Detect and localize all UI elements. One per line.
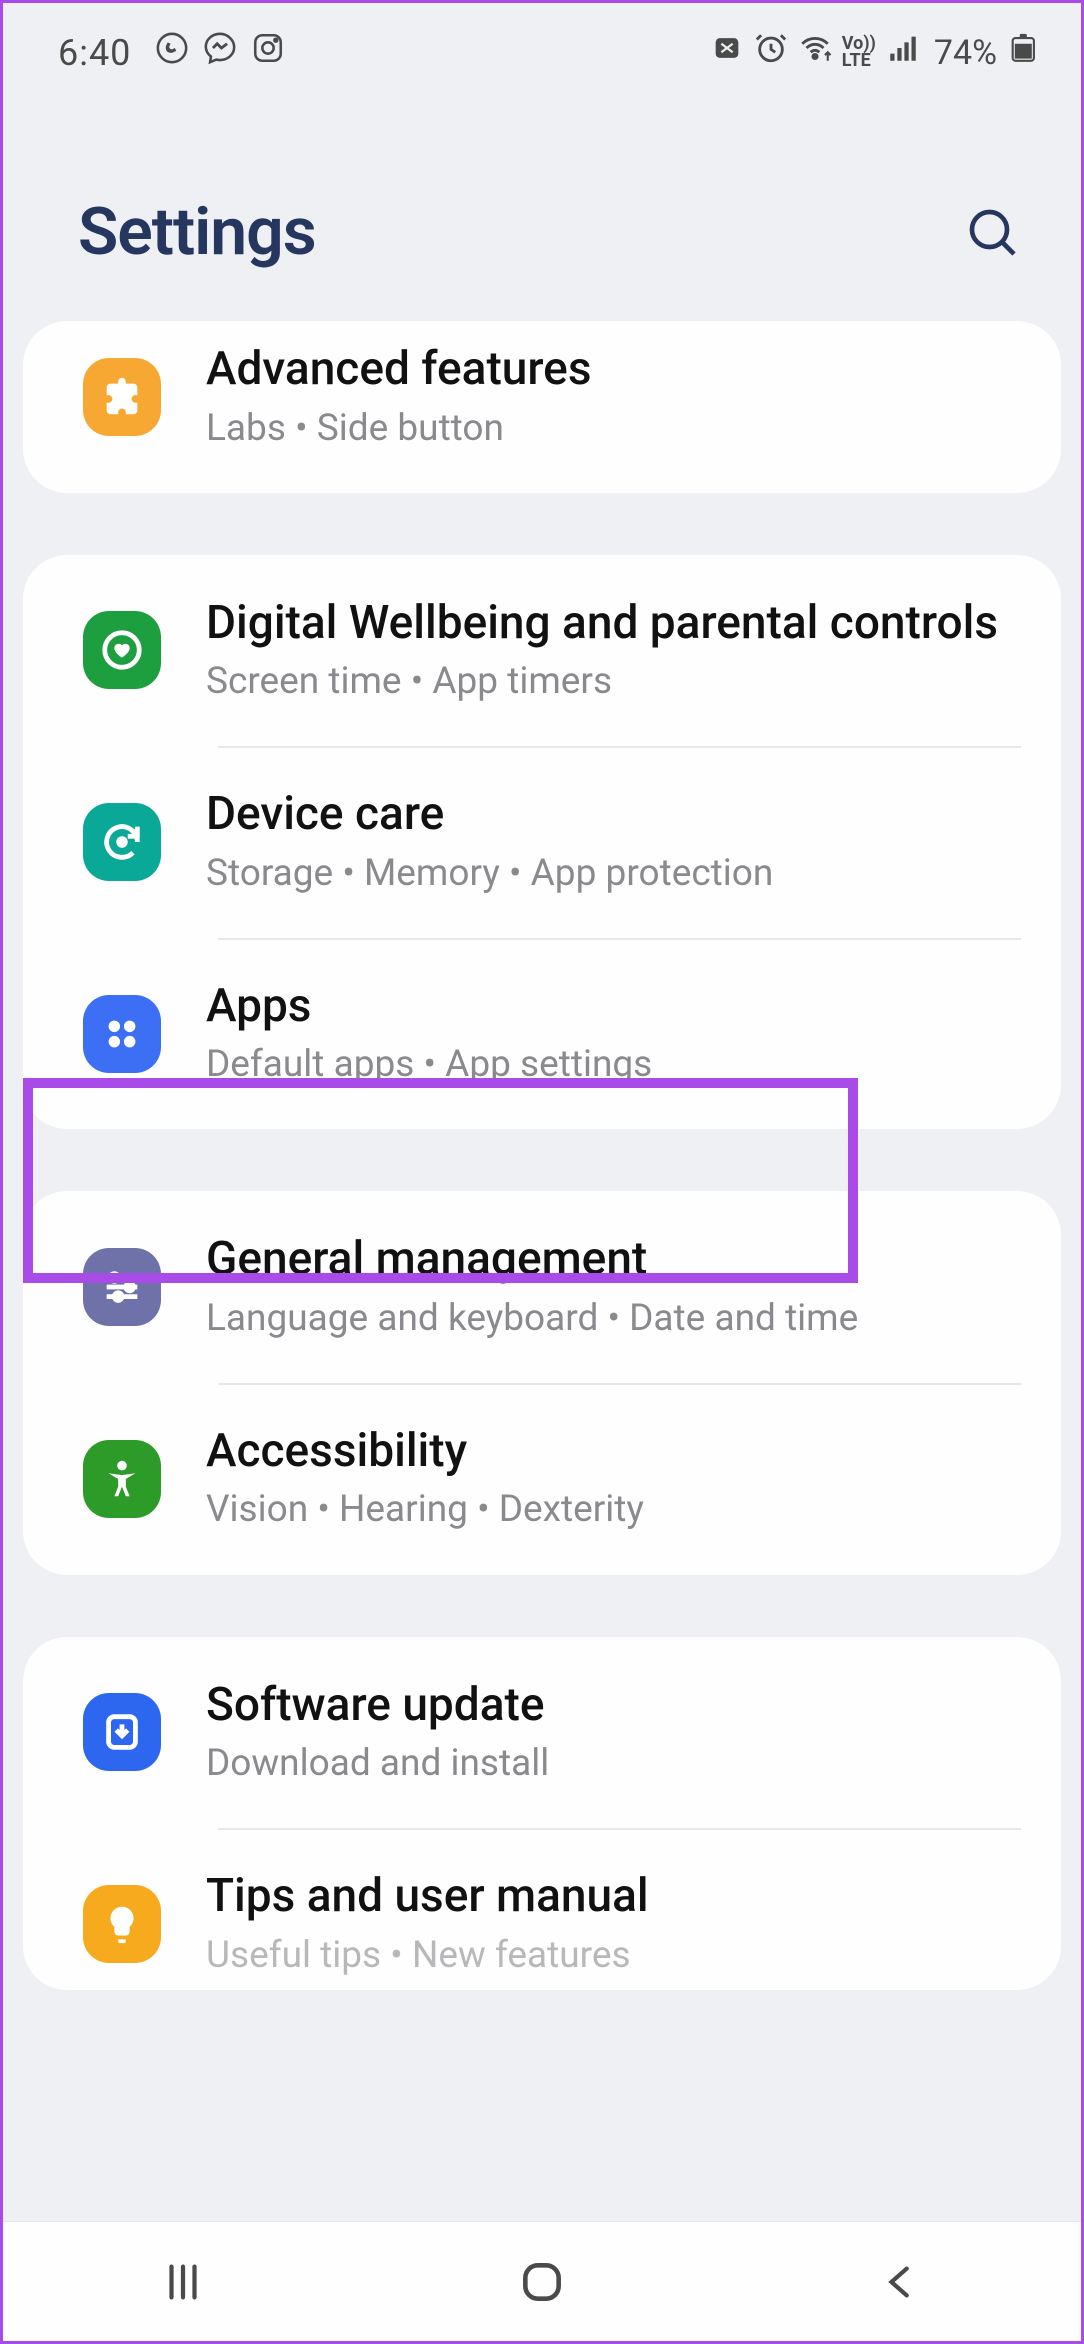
item-text: Tips and user manual Useful tips • New f… (206, 1868, 1031, 1980)
card-icon (710, 31, 744, 74)
item-title: Software update (206, 1677, 1031, 1735)
settings-item-software-update[interactable]: Software update Download and install (23, 1637, 1061, 1829)
item-title: Device care (206, 786, 1031, 844)
item-title: Digital Wellbeing and parental controls (206, 595, 1031, 653)
status-right: Vo))LTE 74% (710, 31, 1041, 74)
bulb-icon (83, 1885, 161, 1963)
download-icon (83, 1693, 161, 1771)
messenger-icon (203, 31, 237, 74)
volte-icon: Vo))LTE (842, 36, 876, 68)
settings-item-device-care[interactable]: Device care Storage • Memory • App prote… (23, 746, 1061, 938)
whatsapp-icon (155, 31, 189, 74)
alarm-icon (754, 31, 788, 74)
item-subtitle: Storage • Memory • App protection (206, 850, 1031, 898)
navigation-bar (3, 2221, 1081, 2341)
settings-group: Advanced features Labs • Side button (23, 321, 1061, 493)
search-button[interactable] (965, 205, 1021, 261)
item-subtitle: Default apps • App settings (206, 1041, 1031, 1089)
item-subtitle: Download and install (206, 1740, 1031, 1788)
instagram-icon (251, 31, 285, 74)
item-title: Advanced features (206, 341, 1031, 399)
settings-header: Settings (3, 84, 1081, 331)
settings-item-accessibility[interactable]: Accessibility Vision • Hearing • Dexteri… (23, 1383, 1061, 1575)
item-text: Accessibility Vision • Hearing • Dexteri… (206, 1423, 1031, 1535)
item-subtitle: Vision • Hearing • Dexterity (206, 1486, 1031, 1534)
signal-icon (886, 31, 920, 74)
settings-group: Software update Download and install Tip… (23, 1637, 1061, 1990)
settings-item-tips[interactable]: Tips and user manual Useful tips • New f… (23, 1828, 1061, 1990)
battery-icon (1007, 31, 1041, 74)
item-text: General management Language and keyboard… (206, 1231, 1031, 1343)
item-subtitle: Useful tips • New features (206, 1932, 1031, 1980)
wifi-icon (798, 31, 832, 74)
person-icon (83, 1440, 161, 1518)
status-time: 6:40 (58, 32, 131, 74)
apps-icon (83, 995, 161, 1073)
battery-percent: 74% (934, 33, 997, 73)
settings-item-advanced-features[interactable]: Advanced features Labs • Side button (23, 321, 1061, 493)
item-text: Digital Wellbeing and parental controls … (206, 595, 1031, 707)
page-title: Settings (78, 194, 316, 271)
settings-item-digital-wellbeing[interactable]: Digital Wellbeing and parental controls … (23, 555, 1061, 747)
item-subtitle: Language and keyboard • Date and time (206, 1295, 1031, 1343)
puzzle-icon (83, 358, 161, 436)
status-left: 6:40 (58, 31, 285, 74)
settings-group: Digital Wellbeing and parental controls … (23, 555, 1061, 1130)
status-bar: 6:40 Vo))LTE 74% (3, 3, 1081, 84)
settings-item-apps[interactable]: Apps Default apps • App settings (23, 938, 1061, 1130)
item-subtitle: Labs • Side button (206, 405, 1031, 453)
settings-group: General management Language and keyboard… (23, 1191, 1061, 1574)
back-button[interactable] (871, 2252, 931, 2312)
item-text: Advanced features Labs • Side button (206, 341, 1031, 453)
item-title: Apps (206, 978, 1031, 1036)
item-title: Accessibility (206, 1423, 1031, 1481)
sliders-icon (83, 1248, 161, 1326)
item-text: Software update Download and install (206, 1677, 1031, 1789)
item-text: Device care Storage • Memory • App prote… (206, 786, 1031, 898)
heart-shield-icon (83, 611, 161, 689)
item-text: Apps Default apps • App settings (206, 978, 1031, 1090)
item-subtitle: Screen time • App timers (206, 658, 1031, 706)
item-title: Tips and user manual (206, 1868, 1031, 1926)
refresh-care-icon (83, 803, 161, 881)
settings-item-general-management[interactable]: General management Language and keyboard… (23, 1191, 1061, 1383)
recents-button[interactable] (153, 2252, 213, 2312)
item-title: General management (206, 1231, 1031, 1289)
home-button[interactable] (512, 2252, 572, 2312)
